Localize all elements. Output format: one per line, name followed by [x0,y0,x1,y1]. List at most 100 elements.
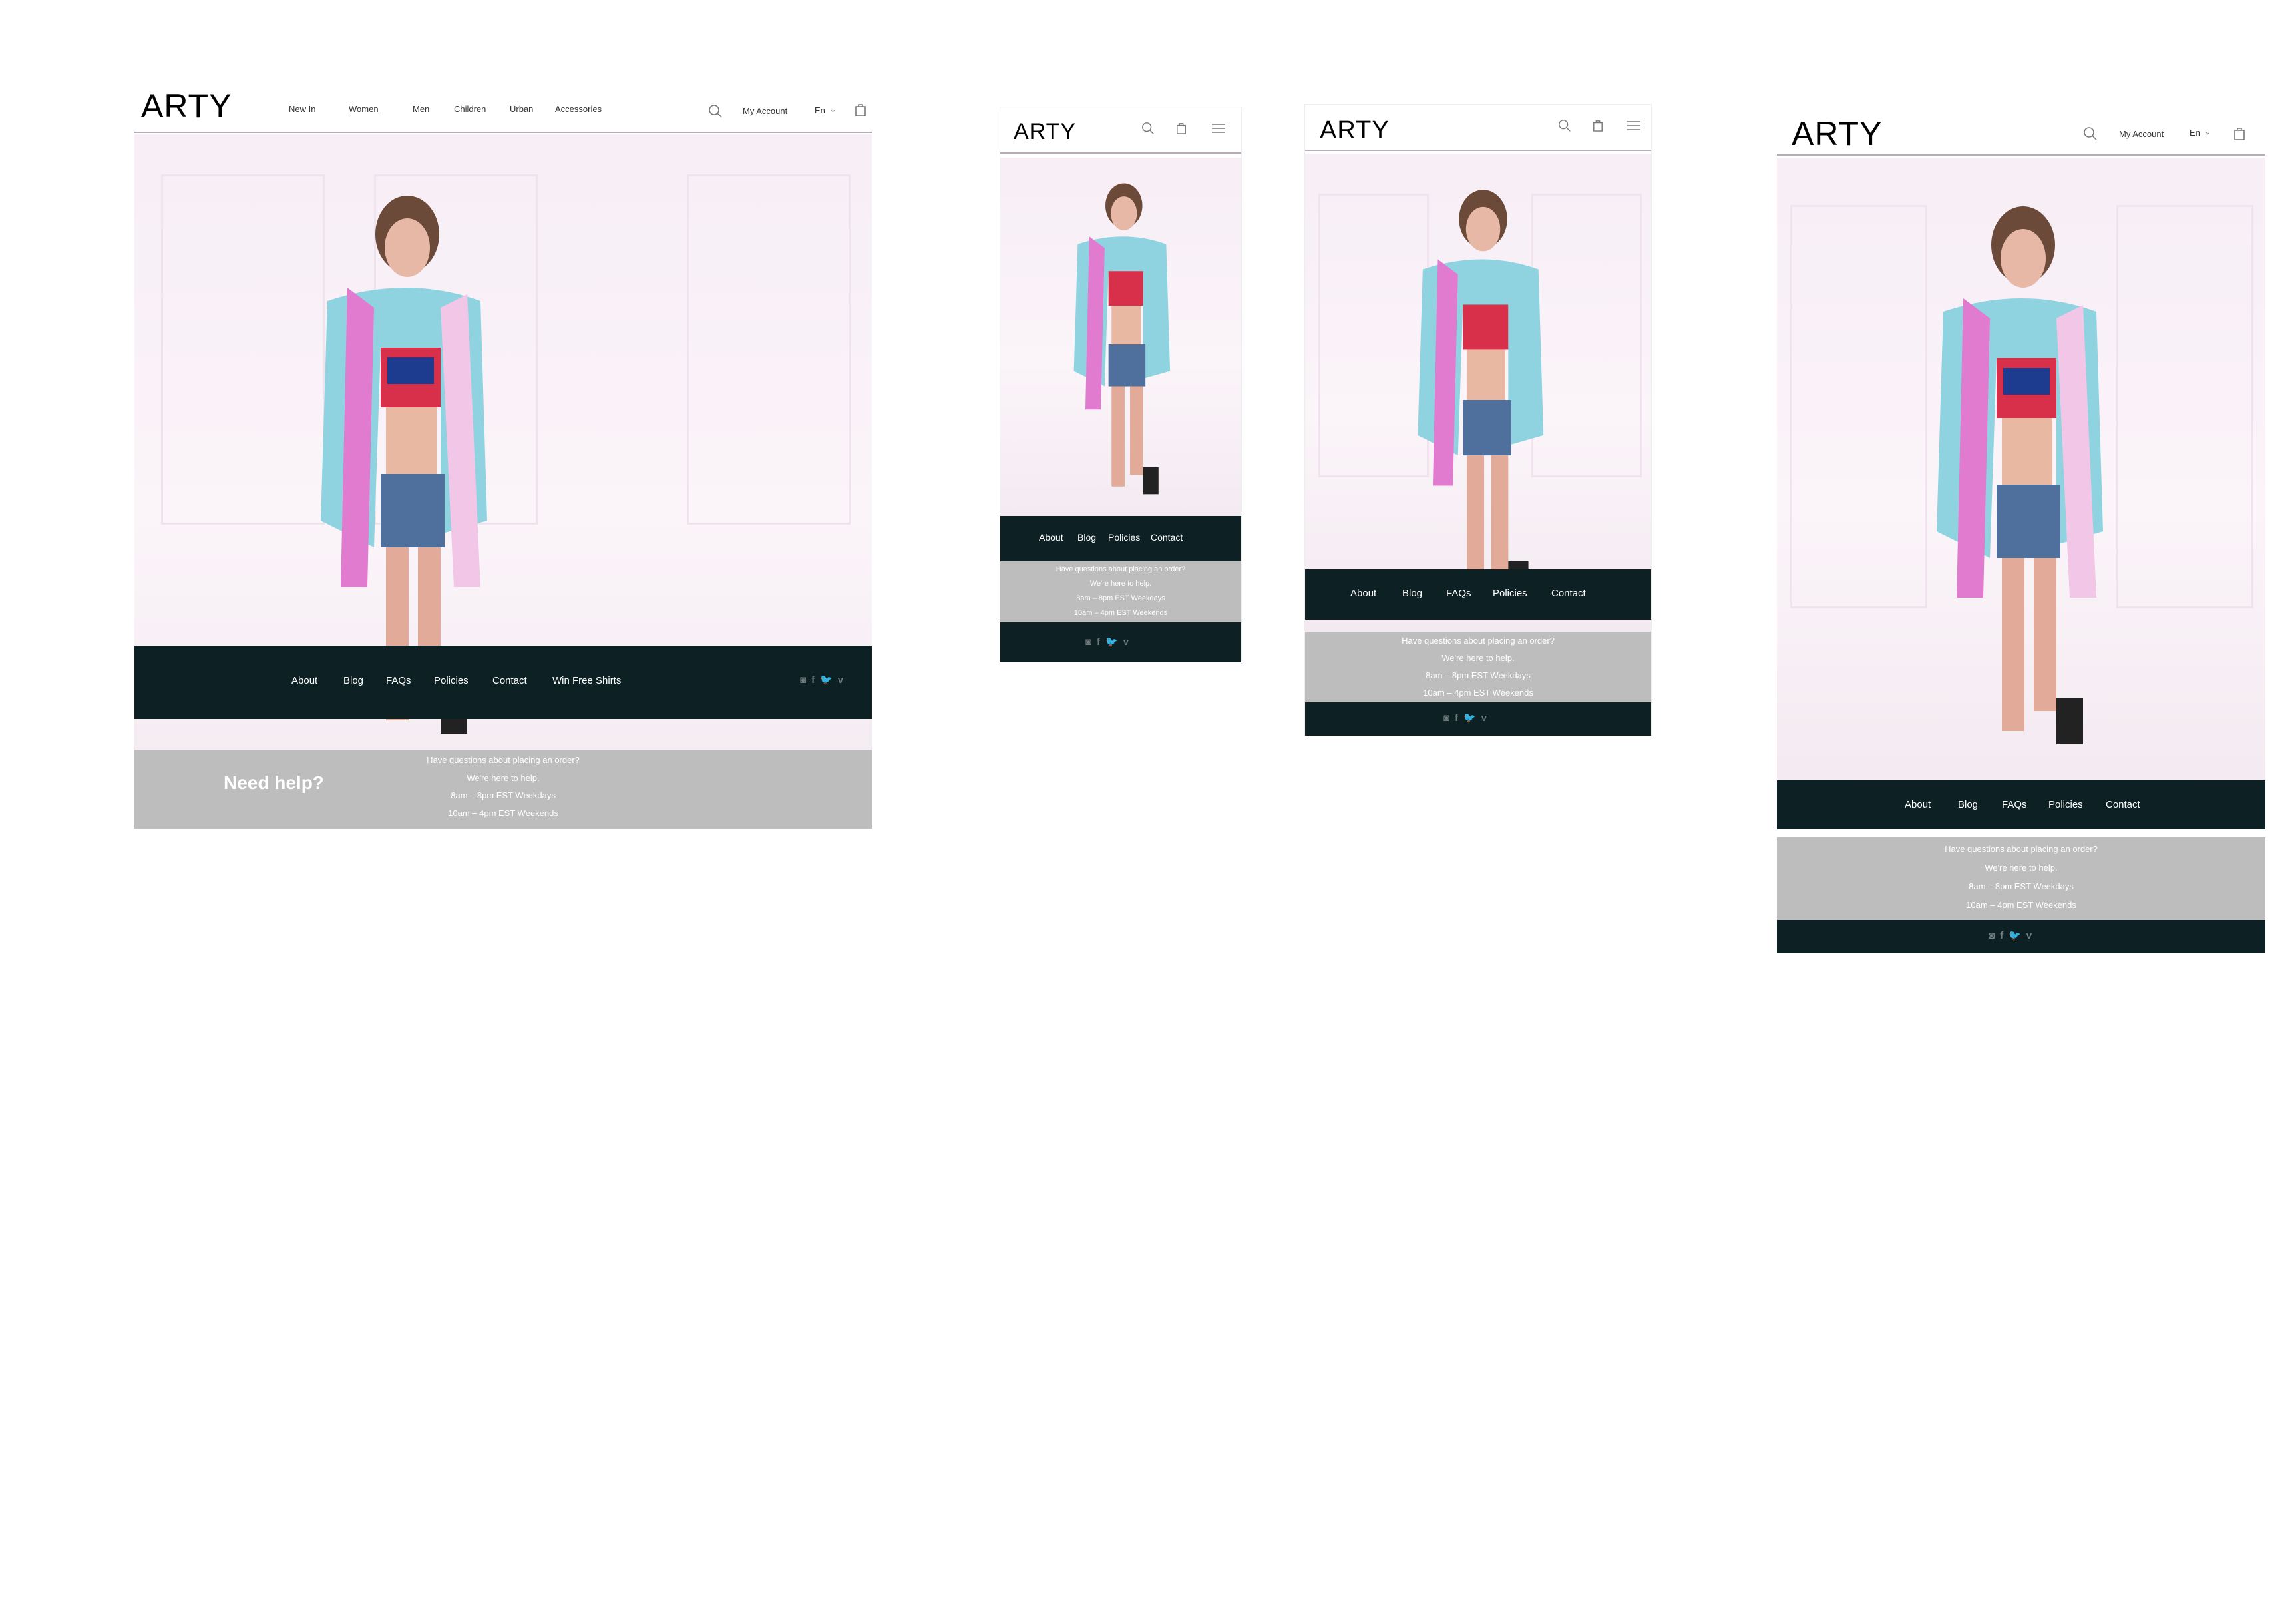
help-line-1: Have questions about placing an order? [1945,844,2098,854]
help-line-2: We're here to help. [1441,653,1515,663]
footer-blog-link[interactable]: Blog [1402,588,1422,599]
search-icon[interactable] [1558,119,1571,132]
tablet-mockup: ARTY My Account En ⌄ About Blog FAQs Pol [1777,107,2265,953]
model-figure [1418,190,1544,596]
desktop-header: ARTY New In Women Men Children Urban Acc… [134,80,872,133]
shopping-bag-icon[interactable] [2233,126,2245,141]
language-select[interactable]: En [2190,128,2200,138]
nav-accessories[interactable]: Accessories [555,104,602,114]
instagram-icon[interactable]: ◙ [1085,636,1091,648]
help-line-4: 10am – 4pm EST Weekends [1966,900,2076,910]
facebook-icon[interactable]: f [1097,636,1100,648]
social-links: ◙ f 🐦 v [800,674,843,686]
help-line-1: Have questions about placing an order? [1402,636,1555,646]
footer-faqs-link[interactable]: FAQs [1446,588,1471,599]
header-divider [1777,154,2265,156]
vimeo-icon[interactable]: v [1123,636,1129,648]
desktop-mockup: ARTY New In Women Men Children Urban Acc… [134,80,872,829]
social-bar: ◙ f 🐦 v [1000,622,1241,662]
mobile-medium-mockup: ARTY About Blog FAQs Policies Contact Ha… [1304,104,1652,736]
model-figure [1937,206,2103,744]
footer-policies-link[interactable]: Policies [434,675,469,686]
help-line-2: We're here to help. [1089,580,1152,588]
help-section: Have questions about placing an order? W… [1777,837,2265,920]
footer-policies-link[interactable]: Policies [1493,588,1527,599]
footer-policies-link[interactable]: Policies [1108,532,1140,543]
hero-image [1305,154,1651,633]
vimeo-icon[interactable]: v [1481,712,1487,724]
menu-icon[interactable] [1627,120,1640,131]
twitter-icon[interactable]: 🐦 [1463,712,1476,724]
my-account-link[interactable]: My Account [2119,129,2164,139]
facebook-icon[interactable]: f [811,674,815,686]
footer-blog-link[interactable]: Blog [1077,532,1096,543]
footer-policies-link[interactable]: Policies [2048,799,2083,810]
my-account-link[interactable]: My Account [743,106,787,116]
twitter-icon[interactable]: 🐦 [1105,636,1118,648]
footer-blog-link[interactable]: Blog [343,675,363,686]
help-line-3: 8am – 8pm EST Weekdays [1426,670,1531,680]
search-icon[interactable] [2083,126,2098,141]
footer-about-link[interactable]: About [1039,532,1063,543]
vimeo-icon[interactable]: v [2026,930,2032,941]
social-bar: ◙ f 🐦 v [1777,920,2265,953]
instagram-icon[interactable]: ◙ [800,674,806,686]
facebook-icon[interactable]: f [2000,930,2003,941]
instagram-icon[interactable]: ◙ [1443,712,1449,724]
menu-icon[interactable] [1212,123,1225,134]
hero-image [1777,158,2265,798]
footer-faqs-link[interactable]: FAQs [386,675,411,686]
twitter-icon[interactable]: 🐦 [820,674,833,686]
brand-logo[interactable]: ARTY [1014,119,1076,145]
social-links: ◙ f 🐦 v [1989,929,2032,942]
brand-logo[interactable]: ARTY [141,87,232,125]
footer-contact-link[interactable]: Contact [492,675,527,686]
nav-men[interactable]: Men [413,104,429,114]
footer-contact-link[interactable]: Contact [1551,588,1586,599]
shopping-bag-icon[interactable] [855,103,866,117]
footer-about-link[interactable]: About [291,675,317,686]
facebook-icon[interactable]: f [1455,712,1458,724]
footer-nav-bar: About Blog FAQs Policies Contact [1305,569,1651,620]
twitter-icon[interactable]: 🐦 [2009,929,2021,941]
nav-urban[interactable]: Urban [510,104,533,114]
help-line-3: 8am – 8pm EST Weekdays [451,790,556,800]
footer-contact-link[interactable]: Contact [1151,532,1183,543]
footer-nav-bar: About Blog FAQs Policies Contact [1777,780,2265,829]
brand-logo[interactable]: ARTY [1320,116,1390,145]
search-icon[interactable] [708,104,723,118]
chevron-down-icon[interactable]: ⌄ [829,104,837,115]
social-links: ◙ f 🐦 v [1443,712,1487,724]
footer-about-link[interactable]: About [1350,588,1376,599]
nav-new-in[interactable]: New In [289,104,315,114]
help-line-1: Have questions about placing an order? [1055,565,1186,573]
help-section: Have questions about placing an order? W… [1000,561,1241,622]
nav-children[interactable]: Children [454,104,486,114]
instagram-icon[interactable]: ◙ [1989,930,1995,941]
shopping-bag-icon[interactable] [1176,122,1187,135]
vimeo-icon[interactable]: v [838,674,843,686]
chevron-down-icon[interactable]: ⌄ [2204,126,2211,137]
social-bar: ◙ f 🐦 v [1305,702,1651,736]
help-line-3: 8am – 8pm EST Weekdays [1969,881,2074,891]
language-select[interactable]: En [815,105,825,115]
hero-image [134,134,872,829]
footer-nav-bar: About Blog Policies Contact [1000,516,1241,561]
shopping-bag-icon[interactable] [1593,119,1603,132]
footer-contact-link[interactable]: Contact [2106,799,2140,810]
footer-nav-bar: About Blog FAQs Policies Contact Win Fre… [134,646,872,719]
footer-win-free-shirts-link[interactable]: Win Free Shirts [552,675,621,686]
nav-women[interactable]: Women [349,104,379,114]
help-line-3: 8am – 8pm EST Weekdays [1076,594,1165,602]
search-icon[interactable] [1141,122,1155,135]
model-figure [1073,183,1171,495]
footer-about-link[interactable]: About [1905,799,1931,810]
footer-blog-link[interactable]: Blog [1958,799,1978,810]
help-line-4: 10am – 4pm EST Weekends [1073,609,1168,617]
mobile-small-mockup: ARTY About Blog Policies Contact Have qu… [1000,107,1242,664]
brand-logo[interactable]: ARTY [1792,115,1882,153]
help-line-2: We're here to help. [1985,863,2058,873]
help-line-1: Have questions about placing an order? [427,755,580,765]
footer-faqs-link[interactable]: FAQs [2002,799,2027,810]
header-divider [1000,152,1241,154]
